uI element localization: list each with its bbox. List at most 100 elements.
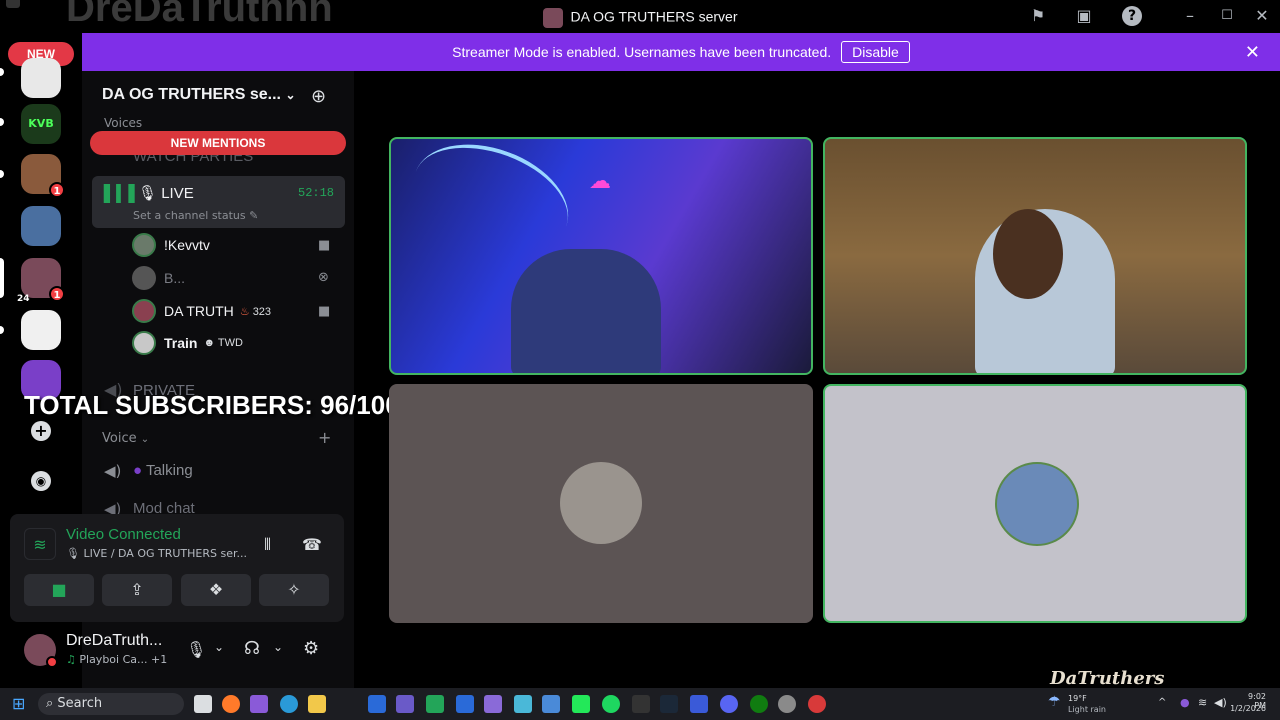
banner-text: Streamer Mode is enabled. Usernames have… [452,44,832,60]
connection-signal-icon[interactable]: ≋ [24,528,56,560]
headphones-icon[interactable]: ☊ [244,638,260,659]
add-server-icon[interactable]: + [31,421,51,441]
flame-icon: ♨ [239,305,250,318]
weather-desc[interactable]: Light rain [1068,705,1106,714]
minimize-icon[interactable]: – [1180,6,1200,26]
help-icon[interactable]: ? [1122,6,1142,26]
camera-toggle-button[interactable]: ■ [24,574,94,606]
screen-share-icon: ⇪ [130,580,144,599]
video-tile-camera[interactable] [823,137,1247,375]
inbox-flag-icon[interactable]: ⚑ [1028,6,1048,26]
app-icon[interactable] [426,695,444,713]
server-name-text: DA OG TRUTHERS se... [102,86,281,103]
discover-icon[interactable]: ◉ [31,471,51,491]
app-icon[interactable] [690,695,708,713]
user-avatar[interactable] [24,634,58,668]
tray-chevron-icon[interactable]: ^ [1158,697,1166,708]
app-icon[interactable] [808,695,826,713]
server-icon-heart[interactable] [21,58,61,98]
member-name: !Kevvtv [164,237,210,253]
create-channel-icon[interactable]: + [318,428,331,447]
voice-member[interactable]: DA TRUTH ♨ 323 [132,299,271,323]
voice-member[interactable]: B... [132,266,185,290]
server-icon-avatar[interactable]: 1 [21,154,65,198]
activities-button[interactable]: ❖ [181,574,251,606]
voices-category[interactable]: Voices [104,116,142,130]
copilot-icon[interactable] [250,695,268,713]
soundboard-icon: ✧ [287,580,301,599]
file-explorer-icon[interactable] [308,695,326,713]
app-icon[interactable] [514,695,532,713]
inbox-tray-icon[interactable]: ▣ [1074,6,1094,26]
maximize-icon[interactable]: ☐ [1217,6,1237,26]
edge-icon[interactable] [280,695,298,713]
epic-games-icon[interactable] [632,695,650,713]
xbox-icon: ⊗ [318,270,329,285]
tray-app-icon[interactable]: ● [1180,696,1190,709]
task-view-icon[interactable] [194,695,212,713]
selected-server-indicator [0,258,4,298]
member-tag: ☻ TWD [203,337,242,349]
connection-status[interactable]: Video Connected [66,526,181,543]
chevron-down-icon[interactable]: ⌄ [214,640,224,654]
status-prompt: Set a channel status [133,209,246,222]
app-icon[interactable] [484,695,502,713]
username[interactable]: DreDaTruth... [66,632,162,650]
start-icon[interactable]: ⊞ [12,695,30,713]
steam-icon[interactable] [660,695,678,713]
noise-suppression-icon[interactable]: ⦀ [264,535,271,555]
taskbar-search[interactable]: ⌕ Search [38,693,184,715]
chevron-down-icon[interactable]: ⌄ [273,640,283,654]
server-icon-phantom[interactable] [21,310,61,350]
video-tile-avatar[interactable] [389,384,813,623]
server-icon-current[interactable]: 24 1 [17,258,65,304]
voice-member[interactable]: Train ☻ TWD [132,331,243,355]
weather-temp[interactable]: 19°F [1068,694,1087,703]
soundboard-button[interactable]: ✧ [259,574,329,606]
video-tile-camera[interactable]: ☁ [389,137,813,375]
voice-category[interactable]: Voice ⌄ [102,431,149,446]
disconnect-icon[interactable]: ☎ [302,535,322,554]
outlook-icon[interactable] [368,695,386,713]
settings-icon[interactable] [778,695,796,713]
xbox-icon[interactable] [750,695,768,713]
live-channel-label: LIVE [161,185,194,202]
server-icon-cartoon[interactable] [21,206,61,246]
speaker-icon: ◀) [104,462,122,480]
kick-icon[interactable] [572,695,590,713]
close-banner-icon[interactable]: ✕ [1245,42,1260,63]
weather-icon[interactable]: ☂ [1048,694,1061,710]
live-channel-name: 🎙 LIVE [138,184,194,202]
talking-channel[interactable]: ● Talking [133,462,193,479]
app-icon[interactable] [542,695,560,713]
video-tile-avatar[interactable] [823,384,1247,623]
volume-icon[interactable]: ◀) [1214,696,1227,709]
set-channel-status[interactable]: Set a channel status ✎ [133,209,258,222]
wifi-icon[interactable]: ≋ [1198,696,1207,709]
spotify-icon[interactable] [602,695,620,713]
firefox-icon[interactable] [222,695,240,713]
camera-icon: ■ [318,238,331,253]
app-icon[interactable] [456,695,474,713]
new-mentions-pill[interactable]: NEW MENTIONS [90,131,346,155]
discord-icon[interactable] [720,695,738,713]
purple-icon: ● [133,462,143,479]
teams-icon[interactable] [396,695,414,713]
close-window-icon[interactable]: ✕ [1252,6,1272,26]
tiktok-icon [6,0,20,8]
cloud-neon-icon: ☁ [589,169,611,194]
server-count: 24 [17,294,30,304]
avatar [132,331,156,355]
screen-share-button[interactable]: ⇪ [102,574,172,606]
settings-gear-icon[interactable]: ⚙ [303,638,319,659]
microphone-toggle-icon[interactable]: 🎙 [186,640,206,659]
server-name-header[interactable]: DA OG TRUTHERS se... ⌄ [102,86,296,104]
connection-location[interactable]: 🎙 LIVE / DA OG TRUTHERS ser... [66,547,247,560]
server-icon-kvb[interactable]: KVB [21,104,61,144]
voice-member[interactable]: !Kevvtv [132,233,210,257]
disable-streamer-mode-button[interactable]: Disable [841,41,910,63]
invite-people-icon[interactable]: ⊕ [311,86,326,107]
avatar [132,299,156,323]
person-silhouette [511,249,661,373]
clock-date[interactable]: 1/2/2026 [1226,704,1266,713]
